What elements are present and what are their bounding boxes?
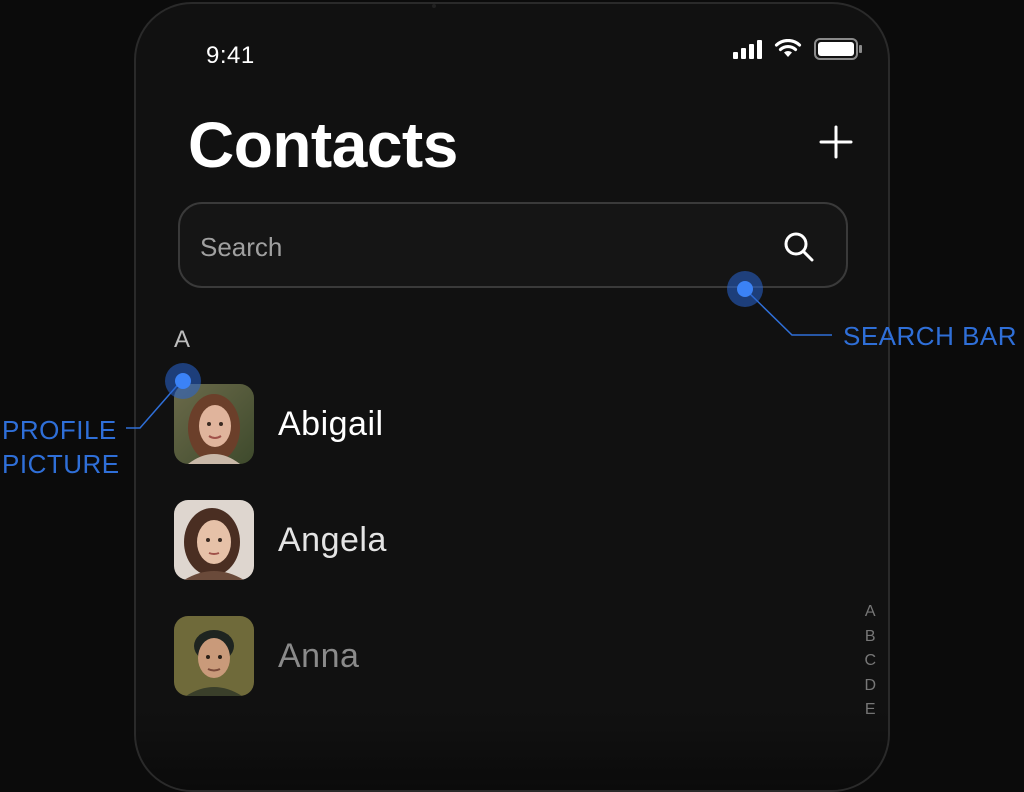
- battery-icon: [814, 38, 862, 60]
- contact-name: Abigail: [278, 404, 384, 443]
- annotation-label-profile-line1: PROFILE: [2, 415, 117, 445]
- phone-frame: 9:41 Contacts Search A Abigail Angela An…: [134, 2, 890, 792]
- cellular-signal-icon: [733, 39, 762, 59]
- annotation-label-search-bar: SEARCH BAR: [843, 321, 1018, 351]
- alphabet-index[interactable]: A B C D E: [864, 600, 876, 723]
- bottom-fade: [136, 710, 888, 790]
- page-title: Contacts: [188, 109, 458, 181]
- camera-dot: [432, 4, 436, 8]
- index-letter[interactable]: E: [865, 698, 876, 723]
- index-letter[interactable]: C: [864, 649, 876, 674]
- annotation-marker-search: [727, 271, 763, 307]
- search-input[interactable]: [198, 226, 762, 268]
- index-letter[interactable]: D: [864, 674, 876, 699]
- add-contact-button[interactable]: [816, 122, 856, 162]
- contact-row-abigail[interactable]: Abigail: [174, 382, 774, 466]
- annotation-label-profile-line2: PICTURE: [2, 449, 120, 479]
- index-letter[interactable]: B: [865, 625, 876, 650]
- profile-picture: [174, 616, 254, 696]
- profile-picture: [174, 500, 254, 580]
- status-icons: [733, 38, 862, 60]
- annotation-marker-profile: [165, 363, 201, 399]
- contact-row-anna[interactable]: Anna: [174, 614, 774, 698]
- search-icon[interactable]: [782, 230, 816, 269]
- contact-row-angela[interactable]: Angela: [174, 498, 774, 582]
- plus-icon: [819, 125, 853, 159]
- section-header-a: A: [174, 326, 191, 353]
- status-time: 9:41: [206, 42, 255, 69]
- contact-name: Angela: [278, 520, 387, 559]
- wifi-icon: [774, 39, 802, 59]
- contact-name: Anna: [278, 636, 360, 675]
- index-letter[interactable]: A: [865, 600, 876, 625]
